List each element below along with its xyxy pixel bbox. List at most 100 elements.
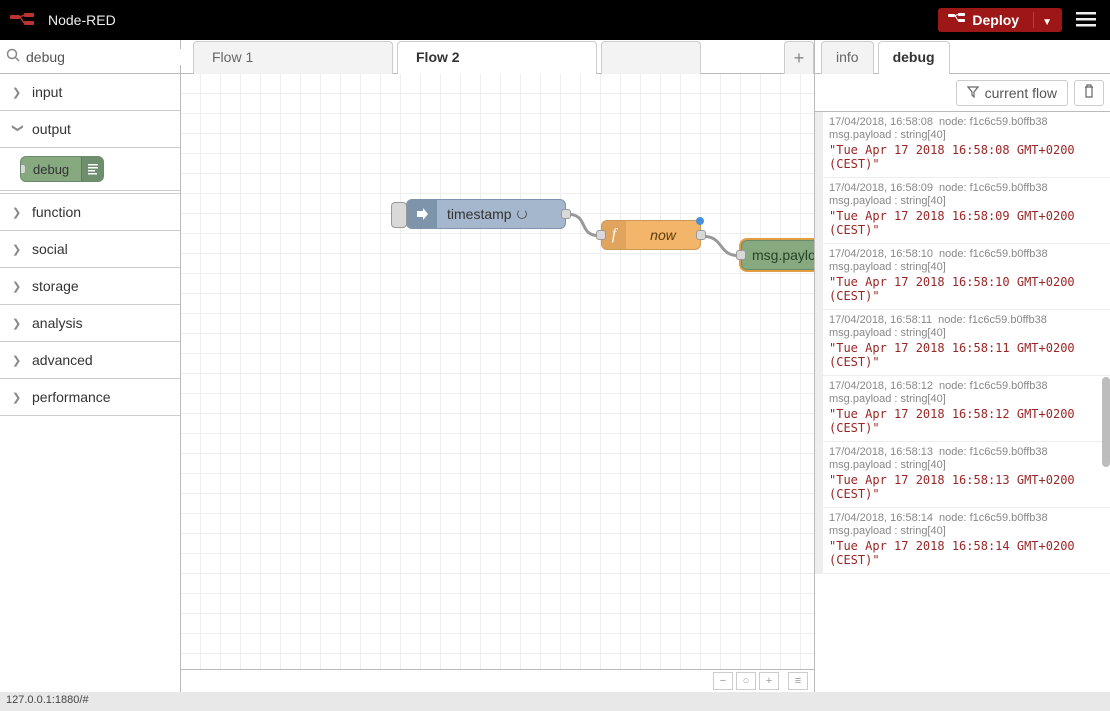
debug-entry-msg: "Tue Apr 17 2018 16:58:09 GMT+0200 (CEST…: [829, 209, 1104, 237]
sidebar-tab-debug[interactable]: debug: [878, 41, 950, 74]
repeat-icon: [517, 209, 527, 219]
debug-entry-topic: msg.payload : string[40]: [829, 459, 1104, 471]
debug-entry-topic: msg.payload : string[40]: [829, 393, 1104, 405]
right-panel-tabs: info debug: [815, 40, 1110, 74]
chevron-right-icon: ❯: [12, 280, 24, 293]
function-changed-dot-icon: [696, 217, 704, 225]
debug-entry-node: node: f1c6c59.b0ffb38: [939, 248, 1048, 260]
debug-clear-button[interactable]: [1074, 80, 1104, 106]
debug-scrollbar-thumb[interactable]: [1102, 377, 1110, 467]
filter-icon: [967, 85, 979, 101]
function-node-label: now: [626, 227, 700, 243]
debug-entry-time: 17/04/2018, 16:58:13: [829, 446, 933, 458]
debug-entry-node: node: f1c6c59.b0ffb38: [939, 446, 1048, 458]
inject-output-port[interactable]: [561, 209, 571, 219]
debug-entry-topic: msg.payload : string[40]: [829, 525, 1104, 537]
debug-entry-time: 17/04/2018, 16:58:14: [829, 512, 933, 524]
chevron-right-icon: ❯: [12, 354, 24, 367]
debug-node-label: msg.payload: [742, 247, 814, 263]
function-output-port[interactable]: [696, 230, 706, 240]
flow-canvas[interactable]: timestamp f now msg.payload: [181, 74, 814, 669]
debug-entry[interactable]: 17/04/2018, 16:58:11 node: f1c6c59.b0ffb…: [815, 310, 1110, 376]
status-bar: 127.0.0.1:1880/#: [0, 692, 1110, 711]
debug-entry-msg: "Tue Apr 17 2018 16:58:11 GMT+0200 (CEST…: [829, 341, 1104, 369]
zoom-out-button[interactable]: −: [713, 672, 733, 690]
debug-node-icon: [81, 157, 103, 181]
chevron-right-icon: ❯: [12, 243, 24, 256]
workspace-footer: − ○ + ≡: [181, 669, 814, 692]
deploy-icon: [948, 12, 966, 28]
palette-sidebar: × ❯input ❯output debug ❯function ❯social…: [0, 40, 181, 692]
palette-category-function[interactable]: ❯function: [0, 194, 180, 231]
app-title: Node-RED: [48, 12, 116, 28]
debug-entry[interactable]: 17/04/2018, 16:58:12 node: f1c6c59.b0ffb…: [815, 376, 1110, 442]
debug-entry-node: node: f1c6c59.b0ffb38: [938, 314, 1047, 326]
chevron-right-icon: ❯: [12, 86, 24, 99]
zoom-in-button[interactable]: +: [759, 672, 779, 690]
palette-category-advanced[interactable]: ❯advanced: [0, 342, 180, 379]
flow-node-debug[interactable]: msg.payload: [741, 240, 814, 270]
flow-node-function[interactable]: f now: [601, 220, 701, 250]
debug-filter-button[interactable]: current flow: [956, 80, 1068, 106]
function-input-port[interactable]: [596, 230, 606, 240]
debug-entry[interactable]: 17/04/2018, 16:58:14 node: f1c6c59.b0ffb…: [815, 508, 1110, 574]
debug-entry-node: node: f1c6c59.b0ffb38: [939, 512, 1048, 524]
zoom-reset-button[interactable]: ○: [736, 672, 756, 690]
debug-entry-msg: "Tue Apr 17 2018 16:58:14 GMT+0200 (CEST…: [829, 539, 1104, 567]
palette-search-box: ×: [0, 40, 180, 74]
debug-entry[interactable]: 17/04/2018, 16:58:08 node: f1c6c59.b0ffb…: [815, 112, 1110, 178]
trash-icon: [1083, 84, 1095, 101]
debug-entry[interactable]: 17/04/2018, 16:58:10 node: f1c6c59.b0ffb…: [815, 244, 1110, 310]
debug-entry-node: node: f1c6c59.b0ffb38: [939, 116, 1048, 128]
debug-entry-topic: msg.payload : string[40]: [829, 129, 1104, 141]
debug-entry-msg: "Tue Apr 17 2018 16:58:13 GMT+0200 (CEST…: [829, 473, 1104, 501]
palette-category-social[interactable]: ❯social: [0, 231, 180, 268]
workspace-tab-flow2[interactable]: Flow 2: [397, 41, 597, 74]
inject-trigger-button[interactable]: [391, 202, 407, 228]
debug-entry-node: node: f1c6c59.b0ffb38: [939, 380, 1048, 392]
palette-category-analysis[interactable]: ❯analysis: [0, 305, 180, 342]
debug-entry[interactable]: 17/04/2018, 16:58:09 node: f1c6c59.b0ffb…: [815, 178, 1110, 244]
debug-toolbar: current flow: [815, 74, 1110, 112]
workspace-tab-flow1[interactable]: Flow 1: [193, 41, 393, 74]
palette-category-output[interactable]: ❯output: [0, 111, 180, 148]
sidebar-tab-info[interactable]: info: [821, 41, 874, 74]
deploy-caret-icon[interactable]: ▼: [1033, 12, 1052, 28]
debug-entry-time: 17/04/2018, 16:58:08: [829, 116, 933, 128]
flow-node-inject[interactable]: timestamp: [406, 199, 566, 229]
inject-arrow-icon: [407, 200, 437, 228]
workspace-tab-empty[interactable]: [601, 41, 701, 74]
debug-entry-node: node: f1c6c59.b0ffb38: [939, 182, 1048, 194]
workspace-add-tab-button[interactable]: +: [784, 41, 814, 74]
search-icon: [6, 48, 20, 65]
palette-search-input[interactable]: [26, 49, 207, 65]
workspace-area: Flow 1 Flow 2 + timestamp f now: [181, 40, 814, 692]
palette-category-performance[interactable]: ❯performance: [0, 379, 180, 416]
hamburger-menu-icon[interactable]: [1072, 7, 1100, 34]
debug-entry-time: 17/04/2018, 16:58:09: [829, 182, 933, 194]
debug-message-list[interactable]: 17/04/2018, 16:58:08 node: f1c6c59.b0ffb…: [815, 112, 1110, 692]
debug-input-port[interactable]: [736, 250, 746, 260]
debug-entry-topic: msg.payload : string[40]: [829, 327, 1104, 339]
debug-entry-msg: "Tue Apr 17 2018 16:58:12 GMT+0200 (CEST…: [829, 407, 1104, 435]
debug-entry[interactable]: 17/04/2018, 16:58:13 node: f1c6c59.b0ffb…: [815, 442, 1110, 508]
palette-node-debug[interactable]: debug: [20, 156, 104, 182]
debug-entry-time: 17/04/2018, 16:58:12: [829, 380, 933, 392]
sidebar-right: info debug current flow 17/04/2018, 16:5…: [814, 40, 1110, 692]
view-list-button[interactable]: ≡: [788, 672, 808, 690]
inject-node-label: timestamp: [437, 206, 565, 222]
deploy-label: Deploy: [972, 12, 1019, 28]
palette-category-storage[interactable]: ❯storage: [0, 268, 180, 305]
palette-node-container: debug: [0, 148, 180, 191]
palette-category-input[interactable]: ❯input: [0, 74, 180, 111]
chevron-down-icon: ❯: [12, 123, 25, 135]
app-logo-icon: [10, 13, 38, 27]
deploy-button[interactable]: Deploy ▼: [938, 8, 1062, 32]
debug-entry-msg: "Tue Apr 17 2018 16:58:08 GMT+0200 (CEST…: [829, 143, 1104, 171]
debug-entry-topic: msg.payload : string[40]: [829, 261, 1104, 273]
workspace-tab-bar: Flow 1 Flow 2 +: [181, 40, 814, 74]
debug-entry-msg: "Tue Apr 17 2018 16:58:10 GMT+0200 (CEST…: [829, 275, 1104, 303]
chevron-right-icon: ❯: [12, 317, 24, 330]
app-header: Node-RED Deploy ▼: [0, 0, 1110, 40]
debug-entry-topic: msg.payload : string[40]: [829, 195, 1104, 207]
